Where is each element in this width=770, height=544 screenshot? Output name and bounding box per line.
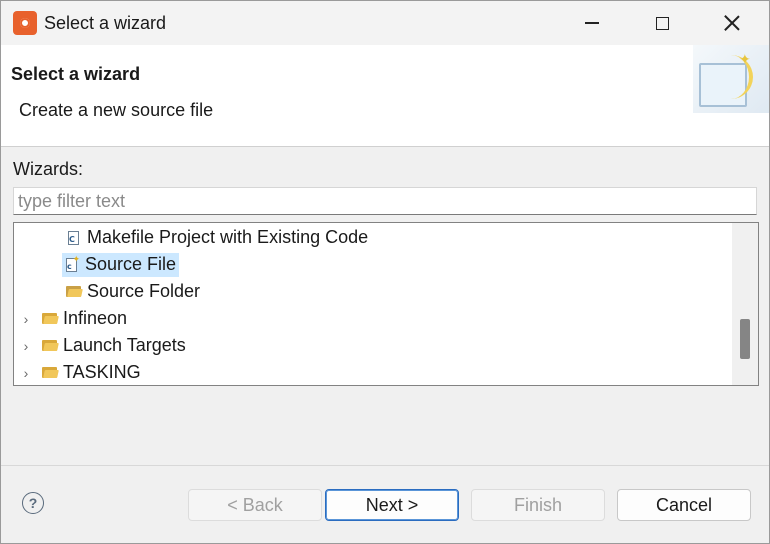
wizard-banner-icon: ✦ xyxy=(693,45,769,113)
window-title: Select a wizard xyxy=(44,13,167,33)
wizard-dialog: Select a wizard Select a wizard Create a… xyxy=(0,0,770,544)
makefile-project-icon: C xyxy=(66,230,82,246)
close-button[interactable] xyxy=(709,1,755,45)
minimize-button[interactable] xyxy=(569,1,615,45)
tree-item-label: Infineon xyxy=(63,308,128,328)
expand-chevron-icon[interactable]: › xyxy=(20,359,32,385)
tree-scrollbar[interactable] xyxy=(732,223,758,385)
next-button[interactable]: Next > xyxy=(325,489,459,521)
tree-item-label: Makefile Project with Existing Code xyxy=(87,227,369,247)
tree-item-source-file[interactable]: c ✦ Source File xyxy=(62,251,180,278)
close-icon xyxy=(724,15,740,31)
tree-item-label: TASKING xyxy=(63,362,141,382)
wizard-header: Select a wizard Create a new source file… xyxy=(1,45,769,147)
title-bar[interactable]: Select a wizard xyxy=(1,1,769,45)
maximize-button[interactable] xyxy=(639,1,685,45)
wizard-tree[interactable]: C Makefile Project with Existing Code c ✦… xyxy=(13,222,759,386)
cancel-button[interactable]: Cancel xyxy=(617,489,751,521)
tree-item-launch-targets[interactable]: Launch Targets xyxy=(40,332,189,359)
back-button[interactable]: < Back xyxy=(188,489,322,521)
expand-chevron-icon[interactable]: › xyxy=(20,332,32,359)
tree-item-source-folder[interactable]: Source Folder xyxy=(64,278,203,305)
maximize-icon xyxy=(655,16,669,30)
tree-item-label: Source Folder xyxy=(87,281,201,301)
tree-item-makefile-project[interactable]: C Makefile Project with Existing Code xyxy=(64,224,371,251)
minimize-icon xyxy=(585,22,599,24)
wizards-label: Wizards: xyxy=(13,159,84,179)
folder-icon xyxy=(42,339,59,352)
source-folder-icon xyxy=(66,285,83,298)
page-title: Select a wizard xyxy=(11,64,141,84)
source-file-icon: c ✦ xyxy=(66,253,80,272)
app-logo-icon xyxy=(13,11,37,35)
page-description: Create a new source file xyxy=(19,100,214,120)
tree-item-tasking[interactable]: TASKING xyxy=(40,359,144,385)
footer-divider xyxy=(1,465,769,466)
filter-input[interactable] xyxy=(13,187,757,215)
expand-chevron-icon[interactable]: › xyxy=(20,305,32,332)
scrollbar-thumb[interactable] xyxy=(740,319,750,359)
tree-item-infineon[interactable]: Infineon xyxy=(40,305,130,332)
tree-item-label: Source File xyxy=(85,254,177,274)
finish-button[interactable]: Finish xyxy=(471,489,605,521)
folder-icon xyxy=(42,312,59,325)
help-icon[interactable]: ? xyxy=(22,492,44,514)
folder-icon xyxy=(42,366,59,379)
tree-item-label: Launch Targets xyxy=(63,335,186,355)
